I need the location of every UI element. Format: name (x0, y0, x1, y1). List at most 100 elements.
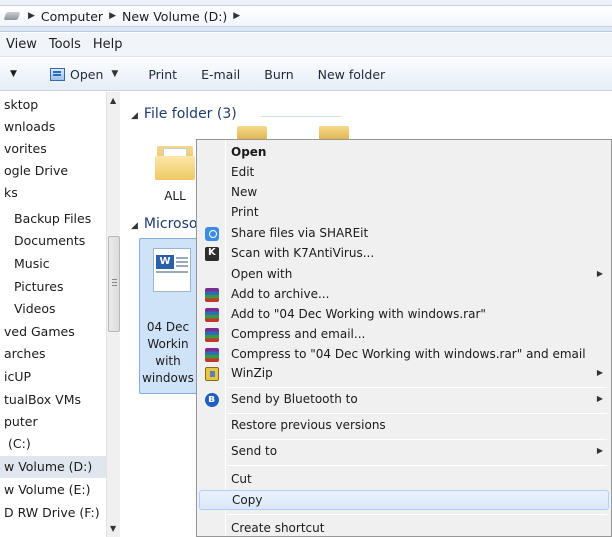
chevron-down-icon[interactable]: ▼ (111, 69, 118, 79)
menu-item-send-to[interactable]: Send to ▶ (199, 442, 609, 462)
breadcrumb-new-volume-d[interactable]: New Volume (D:) (122, 9, 227, 24)
nav-item-searches[interactable]: arches (0, 343, 106, 365)
breadcrumb[interactable]: ▶ Computer ▶ New Volume (D:) ▶ (0, 5, 612, 27)
open-button[interactable]: Open ▼ (50, 67, 118, 82)
group-header-file-folder[interactable]: ◢ File folder (3) (131, 106, 237, 122)
nav-item-libraries[interactable]: ks (0, 182, 106, 204)
menu-item-restore-versions-label: Restore previous versions (231, 418, 386, 432)
menu-item-create-shortcut[interactable]: Create shortcut (199, 519, 609, 537)
scroll-up-arrow-icon[interactable]: ▲ (110, 96, 116, 105)
menu-view[interactable]: View (6, 37, 37, 52)
new-folder-button[interactable]: New folder (318, 67, 386, 82)
submenu-arrow-icon: ▶ (596, 368, 603, 377)
organize-dropdown-arrow-icon[interactable]: ▼ (10, 69, 17, 79)
navigation-pane[interactable]: sktop wnloads vorites ogle Drive ks Back… (0, 92, 120, 537)
nav-item-saved-games[interactable]: ved Games (0, 321, 106, 343)
burn-button[interactable]: Burn (264, 67, 293, 82)
menu-item-scan-k7[interactable]: Scan with K7AntiVirus... (199, 244, 609, 264)
nav-item-music[interactable]: Music (0, 253, 106, 275)
group-title-file-folder: File folder (3) (143, 106, 237, 122)
menu-separator (227, 387, 607, 388)
winrar-icon (205, 308, 219, 322)
chevron-right-icon[interactable]: ▶ (109, 11, 116, 21)
collapse-triangle-icon[interactable]: ◢ (131, 221, 138, 231)
menu-item-copy[interactable]: Copy (199, 490, 609, 510)
context-menu[interactable]: Open Edit New Print Share files via SHAR… (196, 139, 612, 537)
collapse-triangle-icon[interactable]: ◢ (131, 111, 138, 121)
winzip-icon (205, 367, 219, 381)
email-button[interactable]: E-mail (201, 67, 240, 82)
menu-item-cut-label: Cut (231, 472, 252, 486)
menu-separator (227, 465, 607, 466)
menu-separator (227, 439, 607, 440)
chevron-right-icon[interactable]: ▶ (28, 11, 35, 21)
file-name-line-3: with (155, 354, 181, 368)
menu-item-open-label: Open (231, 145, 267, 159)
nav-item-new-volume-e[interactable]: w Volume (E:) (0, 479, 106, 501)
menu-item-winzip-label: WinZip (231, 366, 273, 380)
menu-item-compress-email[interactable]: Compress and email... (199, 325, 609, 345)
menu-item-edit[interactable]: Edit (199, 163, 609, 183)
menu-item-new[interactable]: New (199, 183, 609, 203)
menu-item-open-with-label: Open with (231, 267, 293, 281)
nav-item-syncup[interactable]: icUP (0, 366, 106, 388)
menu-item-new-label: New (231, 185, 258, 199)
menu-item-add-to-rar[interactable]: Add to "04 Dec Working with windows.rar" (199, 305, 609, 325)
nav-item-pictures[interactable]: Pictures (0, 276, 106, 298)
shareit-icon (205, 227, 219, 241)
nav-item-downloads[interactable]: wnloads (0, 116, 106, 138)
nav-item-favorites[interactable]: vorites (0, 138, 106, 160)
group-header-microsoft-word[interactable]: ◢ Microso (131, 216, 197, 232)
submenu-arrow-icon: ▶ (596, 394, 603, 403)
nav-item-videos[interactable]: Videos (0, 298, 106, 320)
submenu-arrow-icon: ▶ (596, 446, 603, 455)
nav-item-dvd-rw-drive-f[interactable]: D RW Drive (F:) (0, 502, 106, 524)
group-title-microsoft-word: Microso (143, 216, 198, 232)
menu-item-add-to-rar-label: Add to "04 Dec Working with windows.rar" (231, 307, 486, 321)
menu-item-compress-to-rar-email[interactable]: Compress to "04 Dec Working with windows… (199, 345, 609, 365)
menu-item-scan-k7-label: Scan with K7AntiVirus... (231, 246, 375, 260)
scroll-down-arrow-icon[interactable]: ▼ (110, 524, 116, 533)
file-name-line-2: Workin (147, 337, 189, 351)
folder-icon[interactable] (235, 126, 267, 140)
menu-item-share-shareit[interactable]: Share files via SHAREit (199, 224, 609, 244)
nav-item-computer[interactable]: puter (0, 411, 106, 433)
nav-item-drive-c[interactable]: (C:) (0, 433, 106, 455)
chevron-right-icon[interactable]: ▶ (233, 11, 240, 21)
file-name-line-1: 04 Dec (146, 320, 190, 334)
menu-item-winzip[interactable]: WinZip ▶ (199, 364, 609, 384)
nav-item-backup-files[interactable]: Backup Files (0, 208, 106, 230)
breadcrumb-computer[interactable]: Computer (41, 9, 103, 24)
folder-icon[interactable] (317, 126, 349, 140)
menu-item-add-to-archive[interactable]: Add to archive... (199, 285, 609, 305)
menu-item-compress-email-label: Compress and email... (231, 327, 366, 341)
winrar-icon (205, 288, 219, 302)
submenu-arrow-icon: ▶ (596, 269, 603, 278)
nav-item-documents[interactable]: Documents (0, 230, 106, 252)
nav-item-desktop[interactable]: sktop (0, 94, 106, 116)
menu-item-print[interactable]: Print (199, 203, 609, 223)
menu-item-send-bluetooth[interactable]: Send by Bluetooth to ▶ (199, 390, 609, 410)
menu-separator (227, 514, 607, 515)
address-bar[interactable]: ▶ Computer ▶ New Volume (D:) ▶ (0, 0, 612, 32)
nav-item-virtualbox-vms[interactable]: tualBox VMs (0, 389, 106, 411)
menu-item-restore-versions[interactable]: Restore previous versions (199, 416, 609, 436)
print-button[interactable]: Print (148, 67, 177, 82)
menu-item-cut[interactable]: Cut (199, 470, 609, 490)
nav-item-new-volume-d[interactable]: w Volume (D:) (0, 456, 106, 478)
menu-item-open[interactable]: Open (199, 143, 609, 163)
nav-pane-scrollbar[interactable]: ▲ ▼ (106, 92, 120, 537)
menu-help[interactable]: Help (93, 37, 123, 52)
scrollbar-thumb[interactable] (108, 236, 120, 332)
folder-label-all[interactable]: ALL (153, 188, 197, 205)
k7-antivirus-icon (205, 247, 219, 261)
menu-item-send-bluetooth-label: Send by Bluetooth to (231, 392, 358, 406)
menu-item-print-label: Print (231, 205, 259, 219)
menu-item-edit-label: Edit (231, 165, 255, 179)
nav-item-google-drive[interactable]: ogle Drive (0, 160, 106, 182)
menu-tools[interactable]: Tools (49, 37, 81, 52)
word-document-icon (153, 248, 191, 292)
bluetooth-icon (205, 392, 219, 407)
menu-item-open-with[interactable]: Open with ▶ (199, 265, 609, 285)
folder-icon[interactable] (155, 140, 195, 180)
